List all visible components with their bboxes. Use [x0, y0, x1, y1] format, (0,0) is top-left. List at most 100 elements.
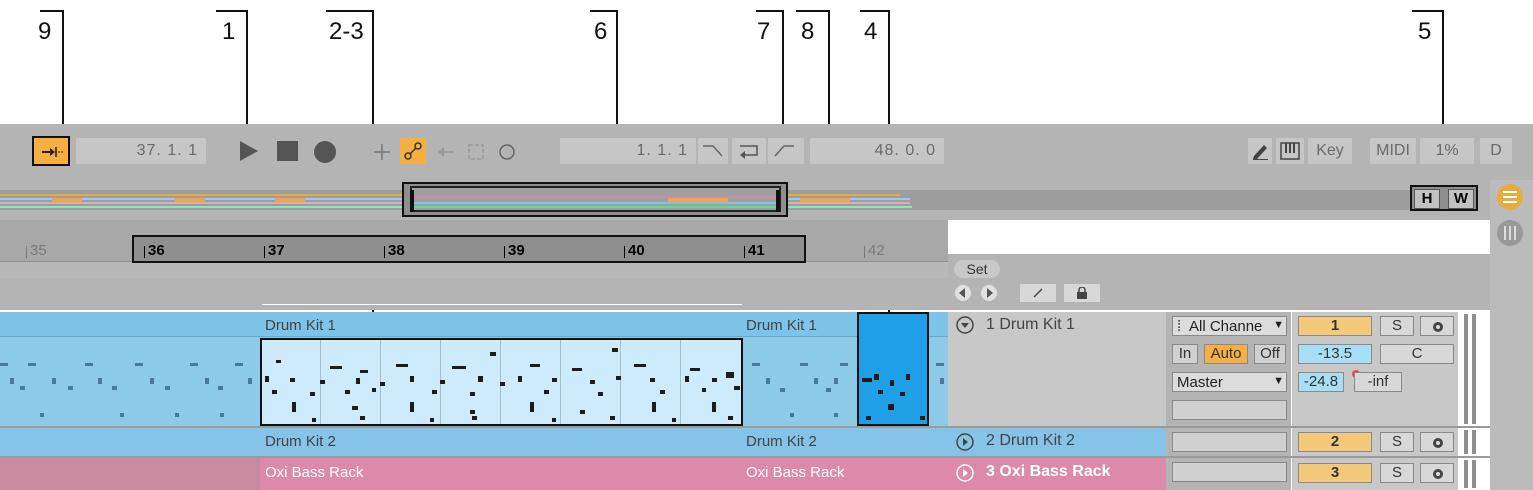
- key-map-button[interactable]: Key: [1308, 138, 1352, 164]
- fold-track-icon[interactable]: [956, 316, 974, 334]
- plus-icon[interactable]: [372, 142, 392, 162]
- punch-in-icon: [703, 145, 723, 157]
- track-activator-button[interactable]: 3: [1298, 463, 1372, 483]
- record-icon[interactable]: [313, 140, 337, 164]
- monitor-auto-button[interactable]: Auto: [1204, 344, 1248, 364]
- lock-envelopes-button[interactable]: [1064, 284, 1100, 302]
- track-activator-button[interactable]: 2: [1298, 432, 1372, 452]
- unfold-track-icon[interactable]: [956, 464, 974, 482]
- dropdown-grip-icon: ⁞: [1177, 318, 1182, 335]
- grid-line: [620, 340, 621, 424]
- arm-icon: [1433, 438, 1443, 448]
- follow-icon: [42, 147, 63, 157]
- previous-locator-icon[interactable]: [954, 284, 972, 302]
- track-name[interactable]: 2 Drum Kit 2: [986, 432, 1075, 450]
- play-icon[interactable]: [238, 140, 260, 162]
- input-chooser[interactable]: [1172, 432, 1287, 452]
- overview-left-handle[interactable]: [410, 190, 414, 212]
- arm-button[interactable]: [1420, 316, 1454, 336]
- set-locator-button[interactable]: Set: [954, 260, 1000, 278]
- clip-name[interactable]: Drum Kit 1: [265, 317, 336, 334]
- loop-brace[interactable]: [262, 304, 742, 312]
- punch-in-button[interactable]: [698, 138, 728, 164]
- loop-switch-button[interactable]: [732, 138, 766, 164]
- ruler-tick: [864, 246, 865, 258]
- ruler-bar-label: 38: [388, 242, 405, 259]
- callout-label: 9: [38, 18, 52, 45]
- ruler-tick: [144, 246, 145, 258]
- overview-right-handle[interactable]: [776, 190, 780, 212]
- arrangement-position[interactable]: 37. 1. 1: [76, 138, 206, 164]
- level-meter: [1472, 460, 1476, 488]
- sub-chooser[interactable]: [1172, 400, 1287, 420]
- automation-arm-button[interactable]: [400, 138, 426, 164]
- input-chooser[interactable]: [1172, 462, 1287, 482]
- track-name[interactable]: 3 Oxi Bass Rack: [986, 463, 1111, 481]
- list-icon[interactable]: [1495, 182, 1525, 212]
- follow-button[interactable]: [32, 136, 70, 166]
- ruler-bar-label: 35: [30, 242, 47, 259]
- optimize-height-button[interactable]: H: [1414, 189, 1440, 209]
- level-meter: [1464, 430, 1468, 454]
- chevron-down-icon: ▼: [1273, 375, 1284, 387]
- loop-icon[interactable]: [466, 142, 486, 162]
- ruler-bar-label: 42: [868, 242, 885, 259]
- punch-out-button[interactable]: [768, 138, 804, 164]
- callout-label: 6: [594, 18, 608, 45]
- callout-leader: [326, 10, 374, 12]
- draw-mode-button[interactable]: [1248, 138, 1272, 164]
- ruler-bar-label: 37: [268, 242, 285, 259]
- track-activator-button[interactable]: 1: [1298, 316, 1372, 336]
- computer-midi-keyboard-button[interactable]: [1276, 138, 1304, 164]
- monitor-in-button[interactable]: In: [1172, 344, 1198, 364]
- clip-name[interactable]: Drum Kit 2: [265, 433, 336, 450]
- arm-button[interactable]: [1420, 463, 1454, 483]
- solo-button[interactable]: S: [1380, 432, 1414, 452]
- output-value: Master: [1177, 374, 1223, 391]
- ruler-tick: [384, 246, 385, 258]
- scrub-area[interactable]: [0, 262, 948, 278]
- circle-icon[interactable]: [497, 142, 517, 162]
- clip-name[interactable]: Drum Kit 1: [746, 317, 817, 334]
- audio-to-chooser[interactable]: Master ▼: [1172, 372, 1287, 392]
- arm-button[interactable]: [1420, 432, 1454, 452]
- callout-label: 4: [864, 18, 878, 45]
- loop-length-field[interactable]: 48. 0. 0: [810, 138, 944, 164]
- track-name[interactable]: 1 Drum Kit 1: [986, 316, 1075, 334]
- input-channel-chooser[interactable]: ⁞ All Channe ▼: [1172, 316, 1287, 336]
- midi-map-button[interactable]: MIDI: [1370, 138, 1416, 164]
- grid-icon[interactable]: [1495, 218, 1525, 248]
- overview-clip: [52, 198, 82, 202]
- back-arrow-icon[interactable]: [436, 142, 456, 162]
- automation-arm-icon: [404, 142, 422, 160]
- optimize-width-button[interactable]: W: [1448, 189, 1474, 209]
- volume-field[interactable]: -13.5: [1298, 344, 1372, 364]
- chevron-down-icon: ▼: [1273, 319, 1284, 331]
- stop-icon[interactable]: [277, 141, 299, 161]
- solo-button[interactable]: S: [1380, 463, 1414, 483]
- level-meter: [1472, 314, 1476, 424]
- draw-mode-icon: [1253, 145, 1268, 160]
- clip-name[interactable]: Oxi Bass Rack: [746, 464, 844, 481]
- clip-name[interactable]: Drum Kit 2: [746, 433, 817, 450]
- ruler-zoom-highlight[interactable]: [132, 235, 806, 263]
- pan-field[interactable]: C: [1380, 344, 1454, 364]
- ruler-tick: [504, 246, 505, 258]
- solo-button[interactable]: S: [1380, 316, 1414, 336]
- monitor-off-button[interactable]: Off: [1254, 344, 1286, 364]
- midi-notes-pattern: [0, 348, 944, 422]
- arrow-diagonal-icon: [1033, 288, 1043, 298]
- callout-leader: [40, 10, 64, 12]
- unfold-track-icon[interactable]: [956, 433, 974, 451]
- next-locator-icon[interactable]: [980, 284, 998, 302]
- callout-label: 7: [757, 18, 771, 45]
- callout-leader: [590, 10, 618, 12]
- lock-icon: [1077, 287, 1087, 299]
- overview-clip: [175, 198, 205, 202]
- track-lane-dim: [0, 458, 260, 490]
- loop-start-field[interactable]: 1. 1. 1: [560, 138, 696, 164]
- clip-name[interactable]: Oxi Bass Rack: [265, 464, 363, 481]
- grid-line: [440, 340, 441, 424]
- keyboard-icon: [1280, 142, 1300, 160]
- follow-behavior-button[interactable]: [1020, 284, 1056, 302]
